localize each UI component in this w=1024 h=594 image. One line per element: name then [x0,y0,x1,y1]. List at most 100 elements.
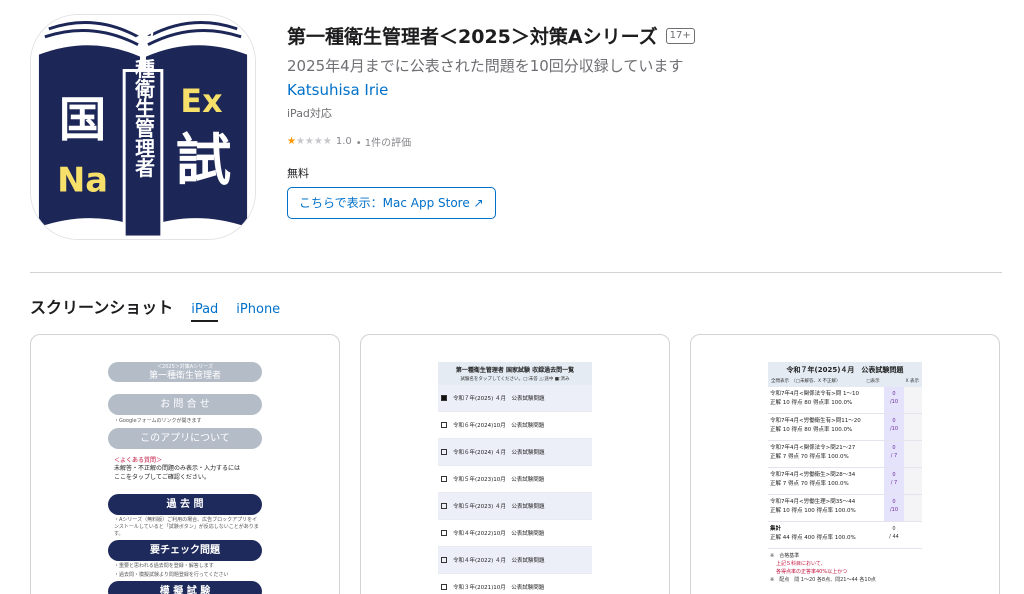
list-item: 令和４年(2022) ４月 公表試験問題 [438,547,592,574]
row-score: 正解 7 得点 70 得点率 100.0% [770,481,849,487]
app-info: 第一種衛生管理者＜2025＞対策Aシリーズ 17+ 2025年4月までに公表され… [287,22,1007,219]
row-cell [904,522,922,548]
list-item-label: 令和６年(2024) ４月 公表試験問題 [453,450,545,456]
app-icon: 第一種衛生管理者 国 Na Ex 試 [30,14,256,240]
table-row: 令和7年4月<関係法令有>問 1～10 正解 10 得点 80 得点率 100.0… [768,387,922,414]
app-subtitle: 2025年4月までに公表された問題を10回分収録しています [287,57,684,75]
table-row: 令和7年4月<関係法令>問21～27 正解 7 得点 70 得点率 100.0% … [768,441,922,468]
view-in-mac-app-store-button[interactable]: こちらで表示：Mac App Store ↗ [287,187,496,219]
row-cell [904,495,922,521]
s1-header-pill: ＜2025＞対策Aシリーズ 第一種衛生管理者 [108,362,262,382]
list-item-label: 令和３年(2021)10月 公表試験問題 [453,585,545,591]
row-count: 0 [892,418,896,424]
rating-row: ★★★★★ 1.0 • 1件の評価 [287,134,1007,149]
s1-about-button: このアプリについて [108,428,262,449]
s2-subheader: 試験名をタップしてください。□:未答 △:途中 ■:済み [438,376,592,385]
tab-iphone[interactable]: iPhone [236,302,280,320]
row-score: 正解 44 得点 400 得点率 100.0% [770,535,856,541]
table-row: 令和7年4月<労働生理>問35～44 正解 10 得点 100 得点率 100.0… [768,495,922,522]
row-total: /10 [889,399,899,405]
screenshot-3[interactable]: 令和７年(2025)４月 公表試験問題 全問表示 （□未解答、X 不正解） □表… [690,334,1000,594]
row-count: 0 [892,472,896,478]
icon-left-small: Na [57,160,108,199]
row-cell [904,468,922,494]
app-title: 第一種衛生管理者＜2025＞対策Aシリーズ [287,26,658,48]
price-label: 無料 [287,167,309,180]
row-score: 正解 10 得点 100 得点率 100.0% [770,508,856,514]
checkbox-icon [441,422,447,428]
row-total: /10 [889,426,899,432]
list-item-label: 令和６年(2024)10月 公表試験問題 [453,423,545,429]
rating-stars-icon: ★★★★★ [287,136,332,147]
row-cell [904,441,922,467]
rating-value: 1.0 [335,136,352,147]
row-title: 令和7年4月<関係法令有>問 1～10 [770,391,859,397]
screenshot-3-content: 令和７年(2025)４月 公表試験問題 全問表示 （□未解答、X 不正解） □表… [768,362,922,584]
s3-subheader: 全問表示 （□未解答、X 不正解） □表示 X 表示 [768,378,922,387]
row-total: / 7 [890,453,898,459]
list-item-label: 令和５年(2023)10月 公表試験問題 [453,477,545,483]
icon-left-big: 国 [59,93,107,148]
row-total: /10 [889,507,899,513]
screenshot-2-content: 第一種衛生管理者 国家試験 収録過去問一覧 試験名をタップしてください。□:未答… [438,362,592,594]
s3-foot-4: ※ 配点 問 1～20 各8点、問21～44 各10点 [770,577,876,583]
s1-header-text: 第一種衛生管理者 [148,371,221,381]
list-item: 令和４年(2022)10月 公表試験問題 [438,520,592,547]
s3-foot-2: 上記５科目において、 [776,561,826,567]
s3-sub-left: 全問表示 （□未解答、X 不正解） [771,379,841,384]
s3-footnote: ※ 合格基準 上記５科目において、 各得点率の正答率40%以上かつ ※ 配点 問… [768,552,922,584]
row-title: 令和7年4月<労働衛生有>問11～20 [770,418,861,424]
row-count: 0 [892,445,896,451]
age-rating-badge: 17+ [665,27,695,44]
book-logo-icon: 第一種衛生管理者 国 Na Ex 試 [31,15,255,239]
row-title: 集計 [770,526,782,532]
row-title: 令和7年4月<労働衛生>問28～34 [770,472,856,478]
checkbox-icon [441,395,447,401]
row-title: 令和7年4月<労働生理>問35～44 [770,499,856,505]
icon-vertical-title: 第一種衛生管理者 [132,18,156,178]
checkbox-icon [441,557,447,563]
s3-header: 令和７年(2025)４月 公表試験問題 [768,362,922,378]
list-item: 令和３年(2021)10月 公表試験問題 [438,574,592,594]
s1-faq-question: 未解答・不正解の問題のみ表示・入力するには [114,465,241,472]
row-score: 正解 10 得点 80 得点率 100.0% [770,400,853,406]
screenshot-1-content: ＜2025＞対策Aシリーズ 第一種衛生管理者 お 問 合 せ ・Googleフォ… [108,362,262,594]
s1-past-button: 過 去 問 [108,494,262,515]
row-title: 令和7年4月<関係法令>問21～27 [770,445,856,451]
title-row: 第一種衛生管理者＜2025＞対策Aシリーズ 17+ [287,22,1007,49]
row-cell [904,414,922,440]
screenshot-2[interactable]: 第一種衛生管理者 国家試験 収録過去問一覧 試験名をタップしてください。□:未答… [360,334,670,594]
s3-foot-1: ※ 合格基準 [770,553,800,559]
section-divider [30,272,1002,273]
checkbox-icon [441,584,447,590]
table-row: 令和7年4月<労働衛生>問28～34 正解 7 得点 70 得点率 100.0% … [768,468,922,495]
s1-past-note: ・Aシリーズ（無料版）ご利用の場合、広告ブロックアプリをインストールしていると「… [114,517,259,537]
row-count: 0 [892,391,896,397]
s1-check-note-1: ・重要と思われる過去問を登録・解答します [114,563,214,569]
s3-sub-right: X 表示 [905,379,919,384]
row-count: 0 [892,499,896,505]
row-total: / 44 [889,534,899,540]
table-row: 集計 正解 44 得点 400 得点率 100.0% 0 / 44 [768,522,922,549]
table-row: 令和7年4月<労働衛生有>問11～20 正解 10 得点 80 得点率 100.0… [768,414,922,441]
icon-right-big: 試 [176,129,232,194]
s1-check-note-2: ・過去問・模擬試験より問題登録を行ってください [114,572,229,578]
list-item: 令和７年(2025) ４月 公表試験問題 [438,385,592,412]
ipad-support-label: iPad対応 [287,107,332,120]
list-item: 令和６年(2024)10月 公表試験問題 [438,412,592,439]
icon-right-small: Ex [180,84,222,120]
list-item-label: 令和７年(2025) ４月 公表試験問題 [453,396,545,402]
list-item-label: 令和４年(2022) ４月 公表試験問題 [453,558,545,564]
list-item-label: 令和４年(2022)10月 公表試験問題 [453,531,545,537]
tab-ipad[interactable]: iPad [191,302,219,322]
screenshot-1[interactable]: ＜2025＞対策Aシリーズ 第一種衛生管理者 お 問 合 せ ・Googleフォ… [30,334,340,594]
s3-sub-mid: □表示 [866,379,880,384]
checkbox-icon [441,476,447,482]
s1-contact-button: お 問 合 せ [108,394,262,415]
row-total: / 7 [890,480,898,486]
s1-mock-button: 模 擬 試 験 [108,581,262,594]
row-score: 正解 10 得点 80 得点率 100.0% [770,427,853,433]
checkbox-icon [441,503,447,509]
developer-link[interactable]: Katsuhisa Irie [287,81,1007,99]
s3-foot-3: 各得点率の正答率40%以上かつ [776,569,848,575]
